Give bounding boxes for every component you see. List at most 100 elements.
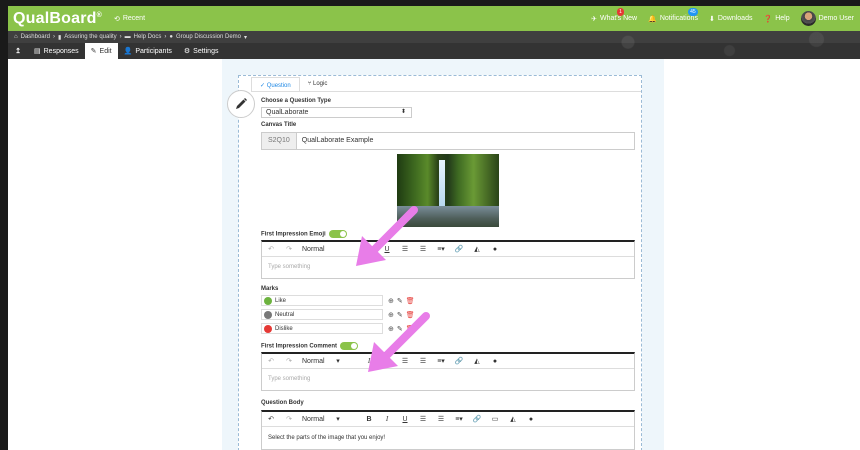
body-toolbar: ↶ ↷ Normal ▾ B I U ☰ ☰ ≡▾ 🔗 ▭ ◭ ● <box>262 412 634 427</box>
tab-logic[interactable]: ⑂ Logic <box>299 77 336 91</box>
link-icon[interactable]: 🔗 <box>450 245 468 253</box>
canvas-title-field[interactable]: S2Q10 QualLaborate Example <box>261 132 635 150</box>
avatar <box>800 11 816 26</box>
download-icon: ⬇ <box>708 15 715 23</box>
document-icon: ▮ <box>57 34 62 41</box>
mark-label-dislike: Dislike <box>275 325 293 332</box>
redo-icon[interactable]: ↷ <box>280 245 298 253</box>
bell-icon: 🔔 <box>648 15 657 23</box>
id-card-icon: ▤ <box>34 48 41 55</box>
comment-section-label: First Impression Comment <box>261 342 359 350</box>
recent-button[interactable]: ⟲ Recent <box>114 15 145 23</box>
tab-edit[interactable]: ✎ Edit <box>84 43 118 59</box>
delete-mark-icon[interactable]: 🗑 <box>406 297 415 305</box>
bold-icon[interactable]: B <box>360 416 378 423</box>
mark-label-like: Like <box>275 297 287 304</box>
user-menu[interactable]: Demo User <box>800 11 854 26</box>
numbered-list-icon[interactable]: ☰ <box>432 415 450 423</box>
chevron-right-icon: › <box>164 34 167 40</box>
question-type-select[interactable]: QualLaborate ⬍ <box>261 107 412 118</box>
mark-input-like[interactable]: Like <box>261 295 383 306</box>
format-select[interactable]: Normal ▾ <box>298 415 360 423</box>
link-icon[interactable]: 🔗 <box>468 415 486 423</box>
user-icon: 👤 <box>123 48 133 55</box>
brand-logo[interactable]: QualBoard® <box>8 10 102 28</box>
pencil-icon[interactable] <box>227 90 255 118</box>
frown-icon <box>264 324 272 333</box>
comment-textarea[interactable]: Type something <box>262 369 634 390</box>
tab-responses[interactable]: ▤ Responses <box>28 43 85 59</box>
canvas-title-label: Canvas Title <box>261 122 297 128</box>
waterfall-shape <box>439 160 445 206</box>
edit-mark-icon[interactable]: ✎ <box>397 297 403 305</box>
top-bar: QualBoard® ⟲ Recent ✈ 1 What's New 🔔 45 … <box>8 6 860 31</box>
breadcrumb-item-project[interactable]: Assuring the quality <box>64 34 116 40</box>
emoji-section-label: First Impression Emoji <box>261 230 347 238</box>
image-icon[interactable]: ▭ <box>486 415 504 423</box>
tab-participants-label: Participants <box>135 47 172 55</box>
tab-settings[interactable]: ⚙ Settings <box>178 43 225 59</box>
color-icon[interactable]: ● <box>486 358 504 365</box>
comment-toggle[interactable] <box>340 342 359 350</box>
activity-tab-bar: ↥ ▤ Responses ✎ Edit 👤 Participants ⚙ Se… <box>8 43 860 59</box>
smile-icon <box>264 296 272 305</box>
question-card: ✓ Question ⑂ Logic Choose a Question Typ… <box>227 75 642 450</box>
tab-edit-label: Edit <box>99 47 112 55</box>
breadcrumb-item-folder[interactable]: Help Docs <box>134 34 162 40</box>
eraser-icon[interactable]: ◭ <box>504 415 522 423</box>
user-name: Demo User <box>818 15 854 22</box>
underline-icon[interactable]: U <box>396 416 414 423</box>
canvas-id-addon: S2Q10 <box>262 133 297 149</box>
caret-down-icon[interactable]: ▾ <box>244 34 247 41</box>
notifications-button[interactable]: 🔔 45 Notifications <box>648 7 698 23</box>
align-icon[interactable]: ≡▾ <box>450 415 468 423</box>
format-select[interactable]: Normal ▾ <box>298 357 360 365</box>
downloads-button[interactable]: ⬇ Downloads <box>709 15 753 23</box>
emoji-toggle[interactable] <box>328 230 347 238</box>
undo-icon[interactable]: ↶ <box>262 357 280 365</box>
gear-icon: ⚙ <box>183 48 191 55</box>
history-icon: ⟲ <box>113 15 120 23</box>
question-type-value: QualLaborate <box>266 109 309 116</box>
redo-icon[interactable]: ↷ <box>280 415 298 423</box>
eraser-icon[interactable]: ◭ <box>468 245 486 253</box>
recent-label: Recent <box>122 15 146 22</box>
annotation-arrow-emoji <box>356 206 418 266</box>
notifications-label: Notifications <box>659 15 698 22</box>
emoji-textarea[interactable]: Type something <box>262 257 634 278</box>
help-button[interactable]: ❓ Help <box>763 15 789 23</box>
add-mark-icon[interactable]: ⊕ <box>388 297 394 305</box>
folder-icon: ▬ <box>124 34 131 40</box>
undo-icon[interactable]: ↶ <box>262 245 280 253</box>
breadcrumb-item-dashboard[interactable]: Dashboard <box>21 34 50 40</box>
redo-icon[interactable]: ↷ <box>280 357 298 365</box>
eraser-icon[interactable]: ◭ <box>468 357 486 365</box>
align-icon[interactable]: ≡▾ <box>432 357 450 365</box>
breadcrumb-item-activity[interactable]: Group Discussion Demo <box>176 34 241 40</box>
tab-participants[interactable]: 👤 Participants <box>118 43 178 59</box>
mark-row-like: Like ⊕ ✎ 🗑 <box>261 295 415 306</box>
chat-icon: ● <box>169 34 173 40</box>
canvas-title-input[interactable]: QualLaborate Example <box>297 133 374 149</box>
whats-new-button[interactable]: ✈ 1 What's New <box>591 7 637 23</box>
undo-icon[interactable]: ↶ <box>262 415 280 423</box>
app-frame: QualBoard® ⟲ Recent ✈ 1 What's New 🔔 45 … <box>8 6 860 450</box>
tab-question[interactable]: ✓ Question <box>251 77 300 91</box>
neutral-face-icon <box>264 310 272 319</box>
italic-icon[interactable]: I <box>378 415 396 423</box>
color-icon[interactable]: ● <box>486 246 504 253</box>
format-select[interactable]: Normal <box>298 246 360 253</box>
chevron-right-icon: › <box>119 34 122 40</box>
body-editor: ↶ ↷ Normal ▾ B I U ☰ ☰ ≡▾ 🔗 ▭ ◭ ● Select… <box>261 410 635 450</box>
sort-caret-icon: ⬍ <box>400 109 406 115</box>
chevron-right-icon: › <box>52 34 55 40</box>
color-icon[interactable]: ● <box>522 416 540 423</box>
body-textarea[interactable]: Select the parts of the image that you e… <box>262 427 634 449</box>
link-icon[interactable]: 🔗 <box>450 357 468 365</box>
back-up-icon[interactable]: ↥ <box>8 47 28 55</box>
question-tabs: ✓ Question ⑂ Logic <box>251 77 641 92</box>
bullet-list-icon[interactable]: ☰ <box>414 415 432 423</box>
align-icon[interactable]: ≡▾ <box>432 245 450 253</box>
home-icon: ⌂ <box>14 34 18 40</box>
help-label: Help <box>775 15 790 22</box>
